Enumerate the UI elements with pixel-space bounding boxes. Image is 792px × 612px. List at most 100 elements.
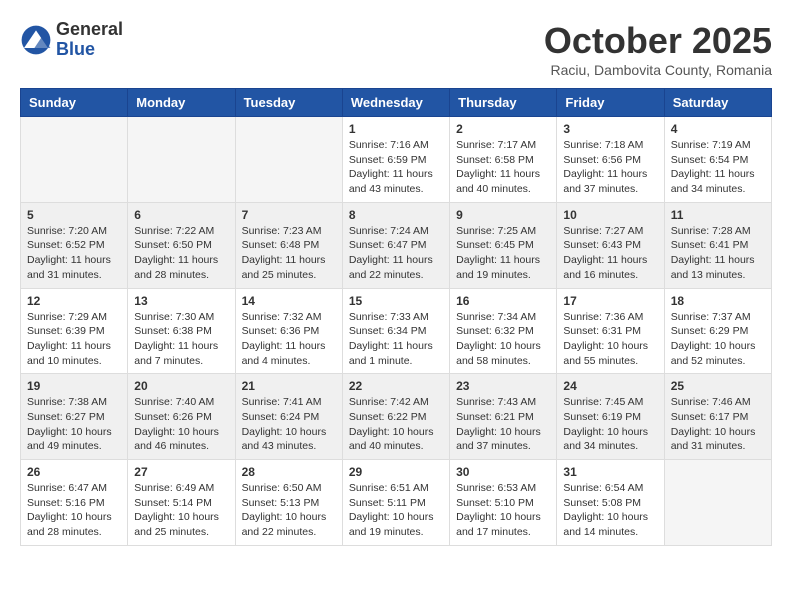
day-number: 26 [27, 465, 121, 479]
calendar-header-friday: Friday [557, 89, 664, 117]
day-info: Sunrise: 7:42 AM Sunset: 6:22 PM Dayligh… [349, 395, 443, 454]
day-info: Sunrise: 7:29 AM Sunset: 6:39 PM Dayligh… [27, 310, 121, 369]
calendar-cell: 31Sunrise: 6:54 AM Sunset: 5:08 PM Dayli… [557, 460, 664, 546]
calendar-cell: 15 Sunrise: 7:33 AM Sunset: 6:34 PM Dayli… [342, 288, 449, 374]
calendar-cell: 4 Sunrise: 7:19 AM Sunset: 6:54 PM Daylig… [664, 117, 771, 203]
day-number: 22 [349, 379, 443, 393]
calendar-cell: 29 Sunrise: 6:51 AM Sunset: 5:11 PM Dayli… [342, 460, 449, 546]
calendar-week-3: 12 Sunrise: 7:29 AM Sunset: 6:39 PM Dayli… [21, 288, 772, 374]
calendar-header-monday: Monday [128, 89, 235, 117]
calendar-cell: 20 Sunrise: 7:40 AM Sunset: 6:26 PM Dayli… [128, 374, 235, 460]
calendar-week-2: 5Sunrise: 7:20 AM Sunset: 6:52 PM Daylig… [21, 202, 772, 288]
day-number: 11 [671, 208, 765, 222]
logo-blue: Blue [56, 40, 123, 60]
day-number: 29 [349, 465, 443, 479]
day-number: 2 [456, 122, 550, 136]
calendar-cell: 13 Sunrise: 7:30 AM Sunset: 6:38 PM Dayli… [128, 288, 235, 374]
logo-icon [20, 24, 52, 56]
day-number: 21 [242, 379, 336, 393]
calendar-cell [664, 460, 771, 546]
day-number: 13 [134, 294, 228, 308]
calendar-cell: 6 Sunrise: 7:22 AM Sunset: 6:50 PM Daylig… [128, 202, 235, 288]
day-number: 6 [134, 208, 228, 222]
calendar-cell: 1 Sunrise: 7:16 AM Sunset: 6:59 PM Daylig… [342, 117, 449, 203]
month-title: October 2025 [544, 20, 772, 62]
day-number: 12 [27, 294, 121, 308]
day-info: Sunrise: 7:36 AM Sunset: 6:31 PM Dayligh… [563, 310, 657, 369]
calendar-cell: 24 Sunrise: 7:45 AM Sunset: 6:19 PM Dayli… [557, 374, 664, 460]
calendar-cell: 2 Sunrise: 7:17 AM Sunset: 6:58 PM Daylig… [450, 117, 557, 203]
calendar-header-sunday: Sunday [21, 89, 128, 117]
day-info: Sunrise: 7:45 AM Sunset: 6:19 PM Dayligh… [563, 395, 657, 454]
day-number: 30 [456, 465, 550, 479]
calendar-cell: 9 Sunrise: 7:25 AM Sunset: 6:45 PM Daylig… [450, 202, 557, 288]
calendar-cell: 14Sunrise: 7:32 AM Sunset: 6:36 PM Dayli… [235, 288, 342, 374]
calendar-week-4: 19Sunrise: 7:38 AM Sunset: 6:27 PM Dayli… [21, 374, 772, 460]
day-info: Sunrise: 7:34 AM Sunset: 6:32 PM Dayligh… [456, 310, 550, 369]
day-info: Sunrise: 6:53 AM Sunset: 5:10 PM Dayligh… [456, 481, 550, 540]
day-info: Sunrise: 7:18 AM Sunset: 6:56 PM Dayligh… [563, 138, 657, 197]
day-number: 1 [349, 122, 443, 136]
day-number: 10 [563, 208, 657, 222]
day-number: 31 [563, 465, 657, 479]
day-info: Sunrise: 7:16 AM Sunset: 6:59 PM Dayligh… [349, 138, 443, 197]
day-number: 3 [563, 122, 657, 136]
calendar-header-thursday: Thursday [450, 89, 557, 117]
location-subtitle: Raciu, Dambovita County, Romania [544, 62, 772, 78]
day-info: Sunrise: 7:46 AM Sunset: 6:17 PM Dayligh… [671, 395, 765, 454]
day-number: 15 [349, 294, 443, 308]
day-number: 23 [456, 379, 550, 393]
calendar-cell: 30 Sunrise: 6:53 AM Sunset: 5:10 PM Dayli… [450, 460, 557, 546]
calendar-cell [128, 117, 235, 203]
calendar-cell: 23 Sunrise: 7:43 AM Sunset: 6:21 PM Dayli… [450, 374, 557, 460]
day-info: Sunrise: 6:47 AM Sunset: 5:16 PM Dayligh… [27, 481, 121, 540]
day-info: Sunrise: 7:43 AM Sunset: 6:21 PM Dayligh… [456, 395, 550, 454]
day-number: 24 [563, 379, 657, 393]
calendar-cell: 25 Sunrise: 7:46 AM Sunset: 6:17 PM Dayli… [664, 374, 771, 460]
calendar-cell: 21 Sunrise: 7:41 AM Sunset: 6:24 PM Dayli… [235, 374, 342, 460]
calendar-cell: 8Sunrise: 7:24 AM Sunset: 6:47 PM Daylig… [342, 202, 449, 288]
day-number: 8 [349, 208, 443, 222]
logo: General Blue [20, 20, 123, 60]
day-number: 25 [671, 379, 765, 393]
day-info: Sunrise: 6:51 AM Sunset: 5:11 PM Dayligh… [349, 481, 443, 540]
calendar-header-saturday: Saturday [664, 89, 771, 117]
day-info: Sunrise: 7:33 AM Sunset: 6:34 PM Dayligh… [349, 310, 443, 369]
day-info: Sunrise: 7:25 AM Sunset: 6:45 PM Dayligh… [456, 224, 550, 283]
day-info: Sunrise: 7:41 AM Sunset: 6:24 PM Dayligh… [242, 395, 336, 454]
calendar-cell: 5Sunrise: 7:20 AM Sunset: 6:52 PM Daylig… [21, 202, 128, 288]
day-number: 16 [456, 294, 550, 308]
day-info: Sunrise: 7:30 AM Sunset: 6:38 PM Dayligh… [134, 310, 228, 369]
logo-text: General Blue [56, 20, 123, 60]
calendar-week-1: 1 Sunrise: 7:16 AM Sunset: 6:59 PM Daylig… [21, 117, 772, 203]
calendar-cell: 28Sunrise: 6:50 AM Sunset: 5:13 PM Dayli… [235, 460, 342, 546]
day-number: 9 [456, 208, 550, 222]
day-info: Sunrise: 6:49 AM Sunset: 5:14 PM Dayligh… [134, 481, 228, 540]
calendar-week-5: 26 Sunrise: 6:47 AM Sunset: 5:16 PM Dayli… [21, 460, 772, 546]
day-number: 7 [242, 208, 336, 222]
day-number: 4 [671, 122, 765, 136]
calendar-header-row: SundayMondayTuesdayWednesdayThursdayFrid… [21, 89, 772, 117]
day-info: Sunrise: 7:40 AM Sunset: 6:26 PM Dayligh… [134, 395, 228, 454]
calendar-cell: 3 Sunrise: 7:18 AM Sunset: 6:56 PM Daylig… [557, 117, 664, 203]
day-info: Sunrise: 7:28 AM Sunset: 6:41 PM Dayligh… [671, 224, 765, 283]
day-info: Sunrise: 7:22 AM Sunset: 6:50 PM Dayligh… [134, 224, 228, 283]
day-info: Sunrise: 7:32 AM Sunset: 6:36 PM Dayligh… [242, 310, 336, 369]
calendar-header-wednesday: Wednesday [342, 89, 449, 117]
calendar-cell: 12 Sunrise: 7:29 AM Sunset: 6:39 PM Dayli… [21, 288, 128, 374]
day-info: Sunrise: 7:23 AM Sunset: 6:48 PM Dayligh… [242, 224, 336, 283]
logo-general: General [56, 20, 123, 40]
day-info: Sunrise: 7:19 AM Sunset: 6:54 PM Dayligh… [671, 138, 765, 197]
day-info: Sunrise: 6:50 AM Sunset: 5:13 PM Dayligh… [242, 481, 336, 540]
calendar-cell: 26 Sunrise: 6:47 AM Sunset: 5:16 PM Dayli… [21, 460, 128, 546]
day-number: 27 [134, 465, 228, 479]
page-header: General Blue October 2025 Raciu, Dambovi… [20, 20, 772, 78]
day-info: Sunrise: 7:20 AM Sunset: 6:52 PM Dayligh… [27, 224, 121, 283]
day-info: Sunrise: 7:27 AM Sunset: 6:43 PM Dayligh… [563, 224, 657, 283]
calendar-cell [235, 117, 342, 203]
calendar-cell: 16 Sunrise: 7:34 AM Sunset: 6:32 PM Dayli… [450, 288, 557, 374]
calendar-cell: 18Sunrise: 7:37 AM Sunset: 6:29 PM Dayli… [664, 288, 771, 374]
day-number: 20 [134, 379, 228, 393]
calendar-cell: 11 Sunrise: 7:28 AM Sunset: 6:41 PM Dayli… [664, 202, 771, 288]
day-info: Sunrise: 7:17 AM Sunset: 6:58 PM Dayligh… [456, 138, 550, 197]
